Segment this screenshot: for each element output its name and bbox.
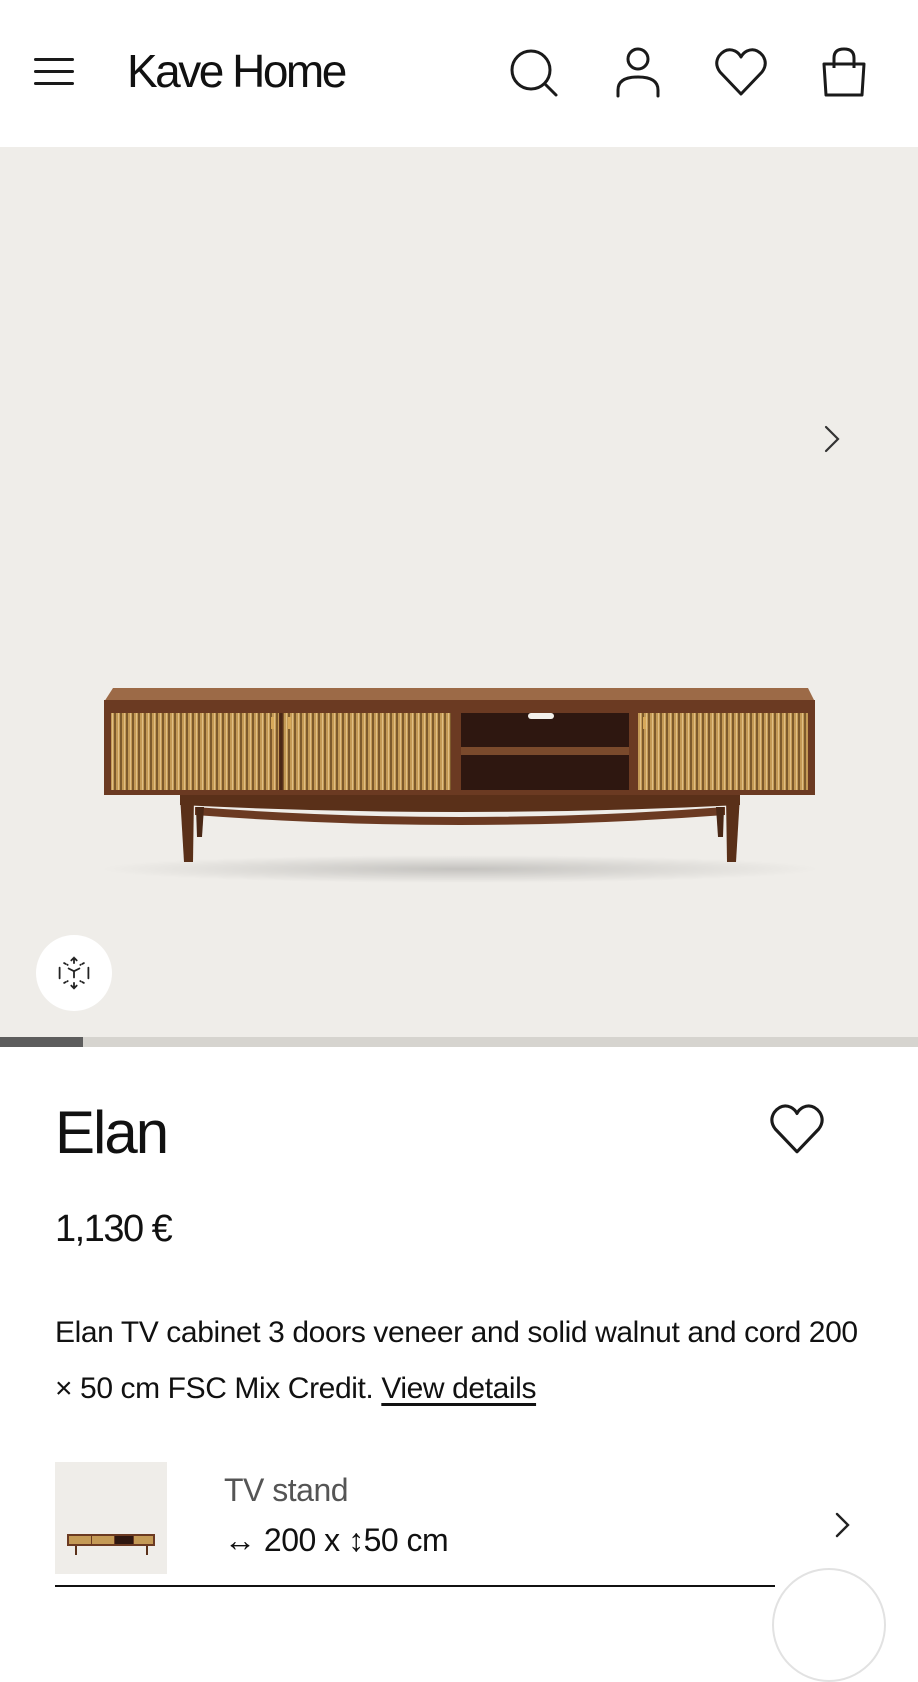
ar-cube-icon	[58, 956, 90, 990]
view-details-link[interactable]: View details	[381, 1372, 536, 1405]
gallery-progress-bar	[0, 1037, 918, 1047]
bag-icon[interactable]	[816, 44, 872, 100]
heart-icon[interactable]	[713, 44, 769, 100]
product-description: Elan TV cabinet 3 doors veneer and solid…	[55, 1305, 875, 1417]
heart-icon	[770, 1104, 824, 1154]
product-image	[100, 688, 820, 883]
divider	[55, 1585, 775, 1587]
search-icon[interactable]	[506, 44, 562, 100]
variant-height: 50 cm	[363, 1522, 449, 1558]
product-title: Elan	[55, 1099, 169, 1166]
view-in-room-button[interactable]	[36, 935, 112, 1011]
variant-width: 200	[263, 1522, 316, 1558]
floating-action-button[interactable]	[772, 1568, 886, 1682]
variant-image	[67, 1534, 155, 1555]
next-image-button[interactable]	[816, 419, 846, 459]
product-price: 1,130 €	[55, 1208, 173, 1250]
logo[interactable]: Kave Home	[127, 44, 347, 98]
product-gallery[interactable]	[0, 147, 918, 1037]
chevron-right-icon	[831, 1508, 855, 1542]
variant-selector[interactable]: TV stand ↔ 200 x ↕50 cm	[55, 1462, 855, 1586]
top-header: Kave Home	[0, 0, 918, 147]
dimension-separator: x	[324, 1522, 349, 1558]
menu-icon[interactable]	[34, 54, 78, 88]
variant-dimensions: ↔ 200 x ↕50 cm	[224, 1522, 449, 1559]
height-arrow-icon: ↕	[348, 1522, 364, 1558]
variant-name: TV stand	[224, 1472, 349, 1508]
width-arrow-icon: ↔	[224, 1522, 256, 1558]
account-icon[interactable]	[610, 44, 666, 100]
add-to-wishlist-button[interactable]	[768, 1100, 826, 1158]
variant-thumbnail	[55, 1462, 167, 1574]
gallery-progress-fill	[0, 1037, 83, 1047]
chevron-right-icon	[824, 425, 840, 453]
